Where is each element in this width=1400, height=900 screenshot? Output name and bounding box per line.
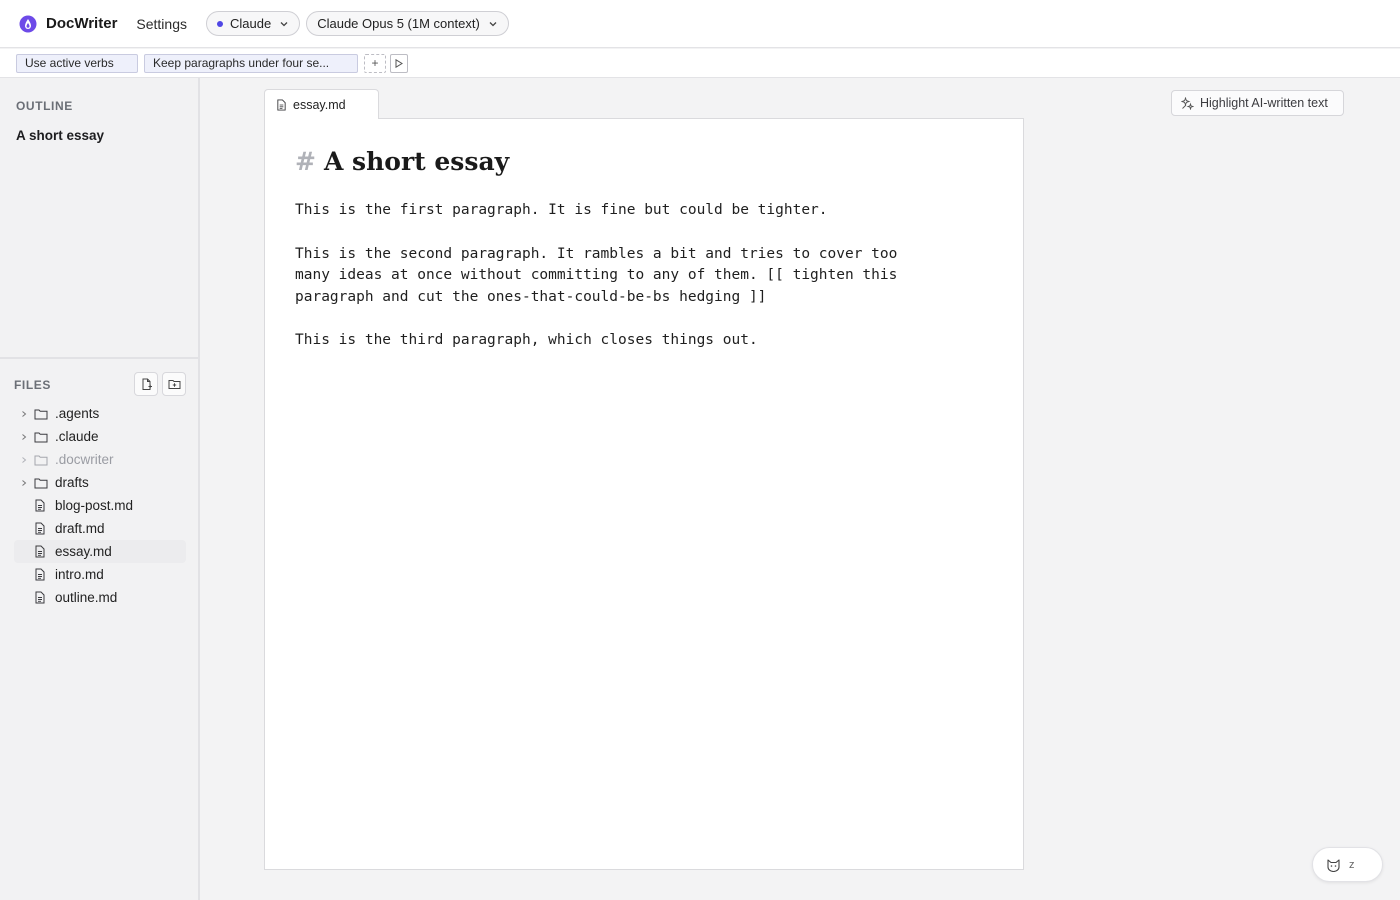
- tree-item-label: intro.md: [55, 567, 104, 582]
- chevron-right-icon[interactable]: [14, 410, 34, 418]
- tree-folder-agents[interactable]: .agents: [14, 402, 186, 425]
- folder-icon: [34, 454, 55, 466]
- tree-file-essay[interactable]: essay.md: [14, 540, 186, 563]
- tree-item-label: .docwriter: [55, 452, 114, 467]
- chevron-right-icon[interactable]: [14, 433, 34, 441]
- play-icon: [395, 58, 403, 68]
- heading-text: A short essay: [323, 147, 510, 176]
- app-title: DocWriter: [46, 15, 118, 32]
- sidebar: OUTLINE A short essay FILES .agents .cla…: [0, 78, 200, 900]
- chevron-right-icon[interactable]: [14, 456, 34, 464]
- document-heading[interactable]: # A short essay: [295, 147, 993, 176]
- tab-label: essay.md: [293, 97, 346, 112]
- paragraph[interactable]: This is the third paragraph, which close…: [295, 330, 935, 352]
- tree-item-label: .agents: [55, 406, 100, 421]
- sidebar-divider[interactable]: [0, 357, 198, 359]
- file-icon: [34, 591, 55, 604]
- folder-icon: [34, 431, 55, 443]
- tree-folder-claude[interactable]: .claude: [14, 425, 186, 448]
- tree-item-label: outline.md: [55, 590, 118, 605]
- highlight-label: Highlight AI-written text: [1200, 96, 1328, 110]
- provider-status-dot: [217, 20, 223, 27]
- tree-file-outline[interactable]: outline.md: [14, 586, 186, 609]
- new-folder-button[interactable]: [162, 372, 186, 396]
- tree-item-label: drafts: [55, 475, 89, 490]
- tree-item-label: blog-post.md: [55, 498, 134, 513]
- file-icon: [34, 568, 55, 581]
- tree-item-label: .claude: [55, 429, 99, 444]
- outline-section-label: OUTLINE: [16, 99, 73, 113]
- new-file-icon: [142, 378, 152, 390]
- new-folder-icon: [168, 380, 180, 389]
- folder-icon: [34, 477, 55, 489]
- add-rule-button[interactable]: +: [364, 53, 386, 73]
- editor-document[interactable]: # A short essay This is the first paragr…: [264, 118, 1024, 870]
- top-bar: DocWriter Settings Claude Claude Opus 5 …: [0, 0, 1400, 48]
- tree-item-label: essay.md: [55, 544, 112, 559]
- tree-file-intro[interactable]: intro.md: [14, 563, 186, 586]
- run-rules-button[interactable]: [390, 53, 408, 73]
- rule-chip[interactable]: Keep paragraphs under four se...: [144, 53, 358, 73]
- shortcut-key-label: z: [1349, 858, 1355, 871]
- sparkle-icon: [1181, 96, 1194, 110]
- cat-icon: [1327, 858, 1340, 872]
- highlight-ai-text-button[interactable]: Highlight AI-written text: [1171, 90, 1344, 116]
- tree-file-blog-post[interactable]: blog-post.md: [14, 494, 186, 517]
- docwriter-logo-icon: [18, 14, 38, 34]
- tree-item-label: draft.md: [55, 521, 105, 536]
- chevron-down-icon: [489, 21, 497, 26]
- tab-essay-md[interactable]: essay.md: [264, 89, 379, 119]
- chevron-right-icon[interactable]: [14, 479, 34, 487]
- model-label: Claude Opus 5 (1M context): [317, 16, 480, 31]
- files-section-label: FILES: [14, 378, 52, 392]
- file-icon: [34, 499, 55, 512]
- tree-folder-drafts[interactable]: drafts: [14, 471, 186, 494]
- provider-label: Claude: [230, 16, 272, 31]
- file-tree: .agents .claude .docwriter drafts blog-p…: [14, 402, 186, 609]
- rules-bar: Use active verbs Keep paragraphs under f…: [0, 49, 1400, 78]
- new-file-button[interactable]: [134, 372, 158, 396]
- tree-folder-docwriter[interactable]: .docwriter: [14, 448, 186, 471]
- rule-chip[interactable]: Use active verbs: [16, 53, 138, 73]
- paragraph[interactable]: This is the first paragraph. It is fine …: [295, 200, 935, 222]
- tree-file-draft[interactable]: draft.md: [14, 517, 186, 540]
- folder-icon: [34, 408, 55, 420]
- paragraph[interactable]: This is the second paragraph. It rambles…: [295, 244, 935, 309]
- chevron-down-icon: [280, 21, 288, 26]
- file-icon: [34, 522, 55, 535]
- model-dropdown[interactable]: Claude Opus 5 (1M context): [306, 11, 509, 36]
- agent-button[interactable]: z: [1312, 847, 1383, 882]
- provider-dropdown[interactable]: Claude: [206, 11, 301, 36]
- file-icon: [34, 545, 55, 558]
- files-actions: [134, 372, 190, 396]
- settings-link[interactable]: Settings: [136, 16, 187, 32]
- outline-item[interactable]: A short essay: [16, 128, 104, 143]
- file-icon: [276, 99, 287, 111]
- heading-marker: #: [295, 147, 316, 176]
